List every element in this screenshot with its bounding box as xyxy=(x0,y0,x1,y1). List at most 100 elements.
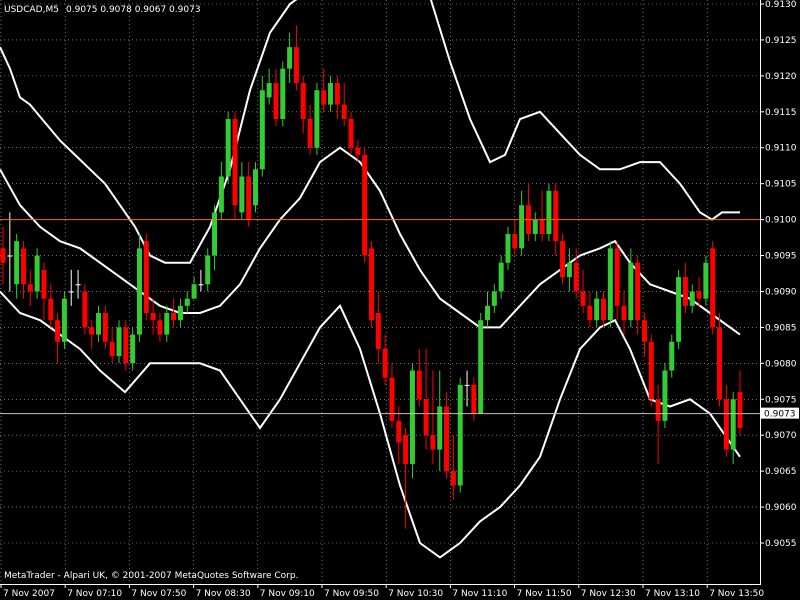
symbol-timeframe: USDCAD,M5 xyxy=(4,5,59,15)
time-tick-label: 7 Nov 07:10 xyxy=(67,589,122,599)
candle xyxy=(82,284,88,335)
price-tick-label: 0.9085 xyxy=(765,323,797,333)
candle xyxy=(34,248,40,299)
price-tick-label: 0.9105 xyxy=(765,180,797,190)
price-tick-label: 0.9075 xyxy=(765,395,797,405)
candle-body xyxy=(491,291,497,306)
candle-body xyxy=(648,341,654,400)
candle-body xyxy=(143,241,149,314)
candle-body xyxy=(96,313,102,335)
candle-body xyxy=(307,118,313,148)
candle-body xyxy=(321,90,327,105)
price-tick-label: 0.9080 xyxy=(765,359,797,369)
price-chart[interactable]: 0.9130 0.9125 0.9120 0.9115 0.9110 0.9105 0.91… xyxy=(0,0,800,600)
candle-body xyxy=(348,118,354,148)
candle-body xyxy=(689,291,695,306)
candle-body xyxy=(252,169,258,206)
candle-body xyxy=(723,399,729,450)
candle-body xyxy=(355,147,361,155)
candle-body xyxy=(205,255,211,285)
candle-body xyxy=(696,291,702,299)
candle xyxy=(457,377,463,493)
candle-body xyxy=(396,420,402,443)
candle-body xyxy=(116,327,122,357)
candle-body xyxy=(293,47,299,84)
candle-body xyxy=(164,313,170,335)
candle-body xyxy=(362,154,368,256)
candle-body xyxy=(341,104,347,119)
candle-body xyxy=(676,277,682,342)
candle-body xyxy=(682,277,688,306)
candle-body xyxy=(198,284,204,286)
candle xyxy=(409,363,415,479)
candle xyxy=(225,111,231,184)
price-tick-label: 0.9110 xyxy=(765,144,797,154)
time-tick-label: 7 Nov 2007 xyxy=(3,589,55,599)
candle-body xyxy=(717,327,723,400)
candle-body xyxy=(334,83,340,105)
candle-body xyxy=(389,377,395,421)
candle-body xyxy=(7,255,13,257)
candle xyxy=(648,334,654,407)
candle xyxy=(369,241,374,328)
candle-body xyxy=(601,298,607,321)
time-tick-label: 7 Nov 13:10 xyxy=(645,589,700,599)
candle-body xyxy=(457,384,463,486)
time-tick-label: 7 Nov 09:50 xyxy=(324,589,379,599)
candle-body xyxy=(136,248,142,335)
candle-body xyxy=(573,262,579,292)
ohlc-values: 0.9075 0.9078 0.9067 0.9073 xyxy=(66,5,201,15)
candle-body xyxy=(61,298,67,342)
price-tick-label: 0.9130 xyxy=(765,0,797,10)
time-tick-label: 7 Nov 08:30 xyxy=(196,589,251,599)
candle-body xyxy=(246,176,252,220)
candle-body xyxy=(34,255,40,292)
candle xyxy=(560,233,566,285)
candle-body xyxy=(89,327,95,335)
candle-body xyxy=(68,291,74,293)
candle-body xyxy=(280,68,286,119)
candle-body xyxy=(464,384,470,386)
candle-body xyxy=(512,233,518,249)
candle-body xyxy=(41,269,47,299)
candle-body xyxy=(485,305,491,321)
candle xyxy=(252,162,258,213)
candle-body xyxy=(532,219,538,234)
price-tick-label: 0.9065 xyxy=(765,467,797,477)
candle xyxy=(259,75,265,177)
candle-body xyxy=(273,83,279,119)
candle-body xyxy=(416,370,422,400)
candle xyxy=(607,241,613,328)
candle-body xyxy=(730,399,736,450)
candle-body xyxy=(27,284,33,292)
candle xyxy=(280,61,286,127)
price-tick-label: 0.9115 xyxy=(765,108,797,118)
candle-body xyxy=(430,435,436,450)
candle-body xyxy=(478,320,484,414)
candle xyxy=(546,183,552,242)
candle-body xyxy=(14,241,20,285)
candle-body xyxy=(505,233,511,263)
candle-body xyxy=(375,313,381,349)
candle-body xyxy=(20,248,26,285)
candle-body xyxy=(614,248,620,306)
candle-body xyxy=(471,384,477,414)
price-tick-label: 0.9055 xyxy=(765,539,797,549)
time-tick-label: 7 Nov 09:10 xyxy=(260,589,315,599)
candle-body xyxy=(710,248,716,328)
candle-body xyxy=(607,248,613,321)
candle xyxy=(61,291,67,349)
candle-body xyxy=(177,305,183,321)
candle-body xyxy=(444,406,450,472)
candle-body xyxy=(218,176,224,213)
current-price-label: 0.9073 xyxy=(764,410,796,420)
candle-body xyxy=(580,291,586,306)
candle xyxy=(362,147,368,263)
time-tick-label: 7 Nov 11:10 xyxy=(452,589,507,599)
candle-body xyxy=(123,327,129,364)
candle-body xyxy=(519,205,525,249)
candle-body xyxy=(171,313,177,321)
price-tick-label: 0.9060 xyxy=(765,503,797,513)
price-tick-label: 0.9095 xyxy=(765,252,797,262)
candle-body xyxy=(594,298,600,321)
